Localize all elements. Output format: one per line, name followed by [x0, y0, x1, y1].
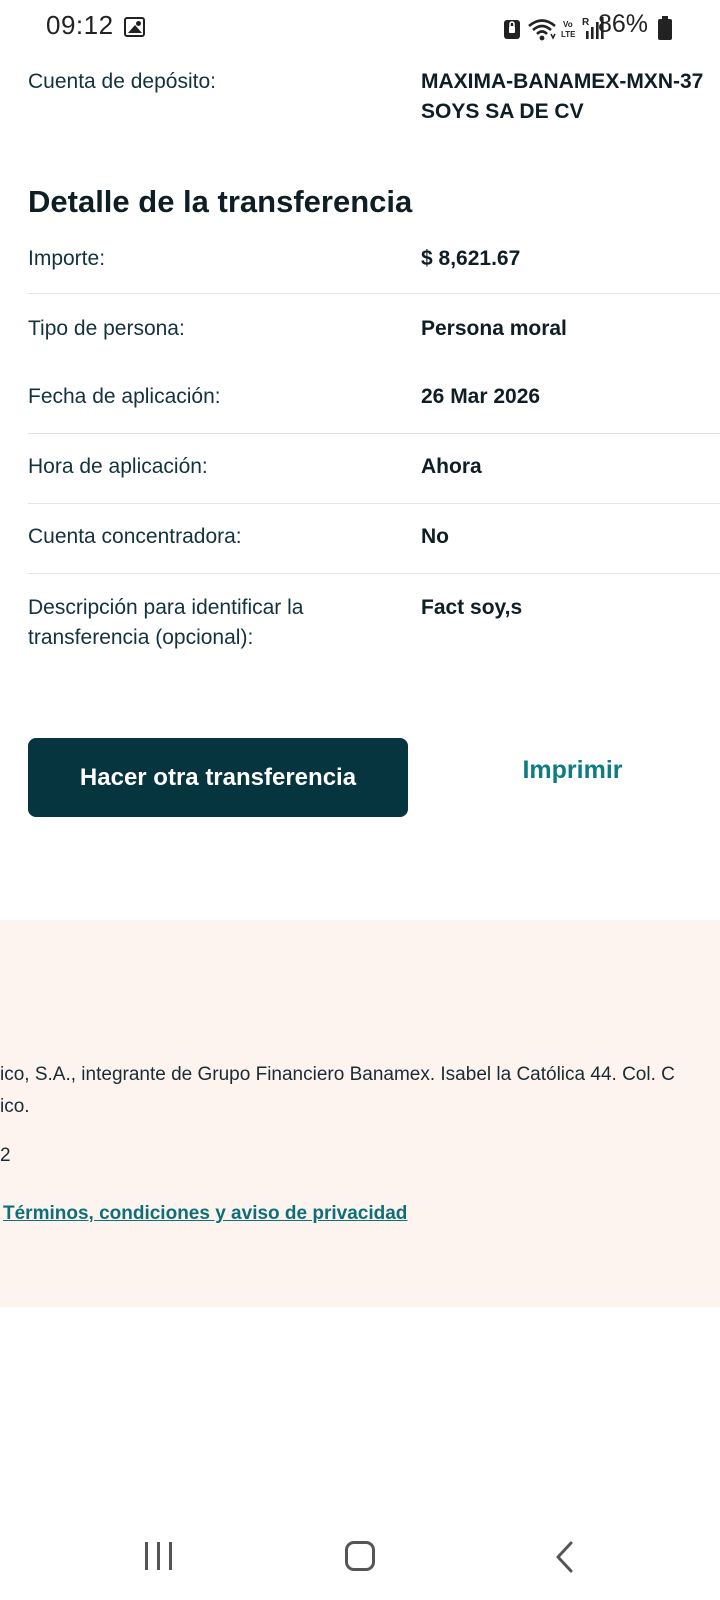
footer-legal-text-line3: 2: [0, 1145, 11, 1166]
application-date-value: 26 Mar 2026: [421, 385, 541, 408]
transfer-detail-title: Detalle de la transferencia: [28, 184, 413, 219]
deposit-account-value: MAXIMA-BANAMEX-MXN-37: [421, 70, 704, 93]
amount-label: Importe:: [28, 247, 106, 270]
terms-privacy-link[interactable]: Términos, condiciones y aviso de privaci…: [3, 1203, 407, 1225]
row-divider: [28, 573, 720, 574]
svg-text:R: R: [582, 17, 590, 28]
person-type-value: Persona moral: [421, 317, 567, 340]
recent-apps-button[interactable]: [145, 1542, 175, 1570]
row-divider: [28, 293, 720, 294]
battery-icon: [658, 16, 672, 40]
status-time: 09:12: [46, 10, 114, 40]
battery-percent: 86%: [597, 10, 648, 38]
footer-legal-text: ico, S.A., integrante de Grupo Financier…: [0, 1064, 675, 1085]
deposit-account-holder: SOYS SA DE CV: [421, 100, 584, 123]
print-button[interactable]: Imprimir: [490, 756, 655, 796]
deposit-account-label: Cuenta de depósito:: [28, 70, 216, 93]
application-time-value: Ahora: [421, 455, 482, 478]
concentrator-account-label: Cuenta concentradora:: [28, 525, 242, 548]
application-date-label: Fecha de aplicación:: [28, 385, 221, 408]
amount-value: $ 8,621.67: [421, 247, 521, 270]
description-value: Fact soy,s: [421, 596, 523, 619]
person-type-label: Tipo de persona:: [28, 317, 185, 340]
svg-text:LTE: LTE: [561, 30, 576, 39]
new-transfer-button[interactable]: Hacer otra transferencia: [28, 738, 408, 817]
home-button[interactable]: [345, 1541, 375, 1571]
description-label-line2: transferencia (opcional):: [28, 626, 254, 649]
status-bar: 09:12 Vo LTE R 86%: [0, 0, 720, 52]
svg-text:Vo: Vo: [563, 20, 573, 29]
description-label: Descripción para identificar la: [28, 596, 304, 619]
row-divider: [28, 503, 720, 504]
back-button[interactable]: [553, 1540, 575, 1574]
concentrator-account-value: No: [421, 525, 449, 548]
wifi-icon: [528, 19, 556, 41]
row-divider: [28, 433, 720, 434]
privacy-lock-icon: [504, 20, 520, 39]
footer-legal-text-line2: ico.: [0, 1096, 30, 1117]
application-time-label: Hora de aplicación:: [28, 455, 208, 478]
volte-icon: Vo LTE: [561, 20, 576, 39]
photo-icon: [124, 17, 145, 37]
footer: ico, S.A., integrante de Grupo Financier…: [0, 920, 720, 1307]
